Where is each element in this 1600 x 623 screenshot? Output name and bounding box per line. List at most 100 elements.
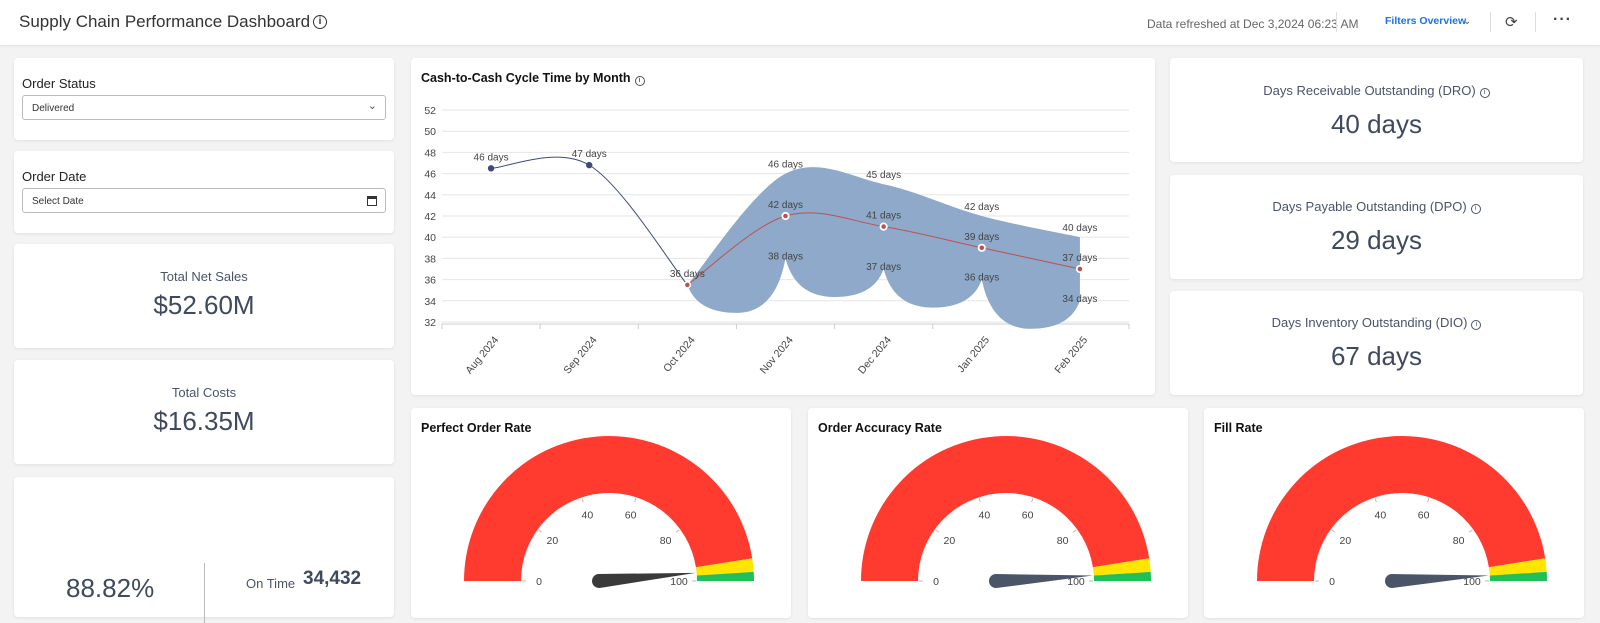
x-tick-label: Jan 2025 [955, 334, 992, 375]
top-bar: Supply Chain Performance Dashboard i Dat… [0, 0, 1600, 45]
order-accuracy-rate-gauge: 02040 6080100 [861, 435, 1151, 588]
filters-overview-button[interactable]: Filters Overview [1385, 15, 1466, 27]
actual-line [491, 156, 688, 286]
page-title: Supply Chain Performance Dashboard [19, 12, 311, 31]
total-costs-card: Total Costs $16.35M [14, 360, 394, 464]
gauge-tick-label: 0 [1329, 576, 1335, 588]
y-tick-label: 50 [424, 126, 436, 138]
x-tick-label: Aug 2024 [463, 334, 501, 376]
info-icon[interactable]: i [1471, 320, 1482, 330]
data-label: 42 days [964, 202, 999, 213]
gauge-tick-label: 40 [979, 509, 991, 521]
kpi-label: Total Costs [171, 385, 237, 400]
gauge-tick-label: 20 [944, 535, 956, 547]
x-tick-label: Nov 2024 [758, 334, 796, 376]
forecast-point [781, 211, 790, 221]
kpi-label-text: Days Payable Outstanding (DPO) [1272, 199, 1467, 214]
x-tick-label: Feb 2025 [1053, 334, 1091, 376]
info-icon[interactable]: i [1470, 204, 1481, 214]
data-label: 40 days [1062, 223, 1097, 234]
y-tick-label: 48 [424, 147, 436, 159]
kpi-value: $16.35M [153, 406, 255, 436]
gauge-tick [978, 498, 981, 503]
chevron-down-icon[interactable]: ⌄ [1463, 16, 1471, 27]
gauge-tick [581, 498, 584, 503]
gauge-tick-label: 80 [1453, 535, 1465, 547]
info-icon[interactable]: i [313, 15, 327, 29]
dio-card: Days Inventory Outstanding (DIO) i 67 day… [1170, 291, 1583, 395]
gauge-tick-label: 0 [536, 576, 542, 588]
gauge-band-red [1257, 435, 1546, 581]
order-status-value: Delivered [32, 103, 75, 114]
gauge-tick-label: 20 [547, 535, 559, 547]
kpi-value: 67 days [1330, 341, 1423, 371]
fill-rate-gauge: 02040 6080100 [1257, 435, 1547, 588]
gauge-tick-label: 80 [660, 535, 672, 547]
gauge-tick-label: 100 [670, 576, 688, 588]
gauge-tick [675, 529, 680, 533]
x-tick-label: Dec 2024 [856, 334, 894, 376]
gauge-tick [1427, 498, 1430, 503]
data-label: 37 days [1062, 253, 1097, 264]
data-label: 36 days [964, 273, 999, 284]
data-label: 42 days [768, 200, 803, 211]
data-label: 39 days [964, 232, 999, 243]
x-tick-label: Oct 2024 [661, 334, 698, 374]
kpi-label-text: Days Receivable Outstanding (DRO) [1263, 83, 1476, 98]
gauge-tick [1374, 498, 1377, 503]
kpi-label: Days Receivable Outstanding (DRO) i [1170, 83, 1583, 98]
kpi-value: 29 days [1330, 225, 1423, 255]
on-time-delivery-card: 88.82% On Time 34,432 [14, 477, 394, 623]
on-time-percent: 88.82% [66, 573, 155, 603]
total-net-sales-card: Total Net Sales $52.60M [14, 244, 394, 348]
gauge-tick-label: 20 [1340, 535, 1352, 547]
gauge-tick [634, 498, 637, 503]
data-label: 46 days [768, 160, 803, 171]
dro-card: Days Receivable Outstanding (DRO) i 40 da… [1170, 58, 1583, 162]
order-status-label: Order Status [22, 76, 96, 91]
gauge-band-red [464, 435, 753, 581]
y-tick-label: 42 [424, 211, 436, 223]
gauge-tick [1468, 529, 1473, 533]
order-status-dropdown[interactable]: Delivered ⌄ [22, 95, 386, 120]
data-point [487, 165, 495, 172]
order-date-filter-card: Order Date Select Date [14, 151, 394, 233]
gauge-tick [1031, 498, 1034, 503]
divider [1535, 12, 1536, 32]
gauge-tick [935, 529, 940, 533]
cash-cycle-line-chart: 32 34 36 38 40 42 44 46 48 50 52 Aug 2024 Sep 2024 Oc… [424, 105, 1130, 376]
gauge-tick-label: 60 [625, 509, 637, 521]
gauge-band-red [861, 435, 1150, 581]
fill-rate-card: Fill Rate 0 20 40 60 80 100 [1204, 408, 1584, 618]
data-point [683, 281, 692, 289]
gauge-tick [1072, 529, 1077, 533]
calendar-icon[interactable] [367, 196, 377, 206]
data-label: 45 days [866, 170, 901, 181]
y-tick-label: 38 [424, 253, 436, 265]
y-tick-label: 36 [424, 275, 436, 287]
order-status-filter-card: Order Status Delivered ⌄ [14, 58, 394, 140]
y-tick-label: 52 [424, 105, 436, 117]
forecast-point [977, 243, 986, 252]
order-accuracy-rate-card: Order Accuracy Rate 0 20 40 60 80 100 [808, 408, 1188, 618]
divider [1490, 12, 1491, 32]
gauge-tick [538, 529, 543, 533]
data-label: 47 days [572, 149, 607, 160]
divider [1336, 12, 1337, 32]
kpi-label: Days Inventory Outstanding (DIO) i [1170, 315, 1583, 330]
data-label: 34 days [1062, 294, 1097, 305]
cash-cycle-chart-card: Cash-to-Cash Cycle Time by Month i 32 34 36… [411, 58, 1155, 395]
data-label: 41 days [866, 211, 901, 222]
y-tick-label: 32 [424, 317, 436, 329]
order-date-picker[interactable]: Select Date [22, 188, 386, 213]
info-icon[interactable]: i [1479, 88, 1490, 98]
y-tick-label: 46 [424, 169, 436, 181]
on-time-count: 34,432 [303, 568, 362, 589]
chevron-down-icon: ⌄ [367, 100, 377, 112]
refresh-icon[interactable]: ⟳ [1505, 13, 1518, 31]
order-date-label: Order Date [22, 169, 87, 184]
on-time-label: On Time [246, 576, 296, 591]
kpi-value: 40 days [1330, 109, 1423, 139]
forecast-point [1075, 264, 1085, 274]
more-horizontal-icon[interactable]: ··· [1553, 11, 1572, 29]
